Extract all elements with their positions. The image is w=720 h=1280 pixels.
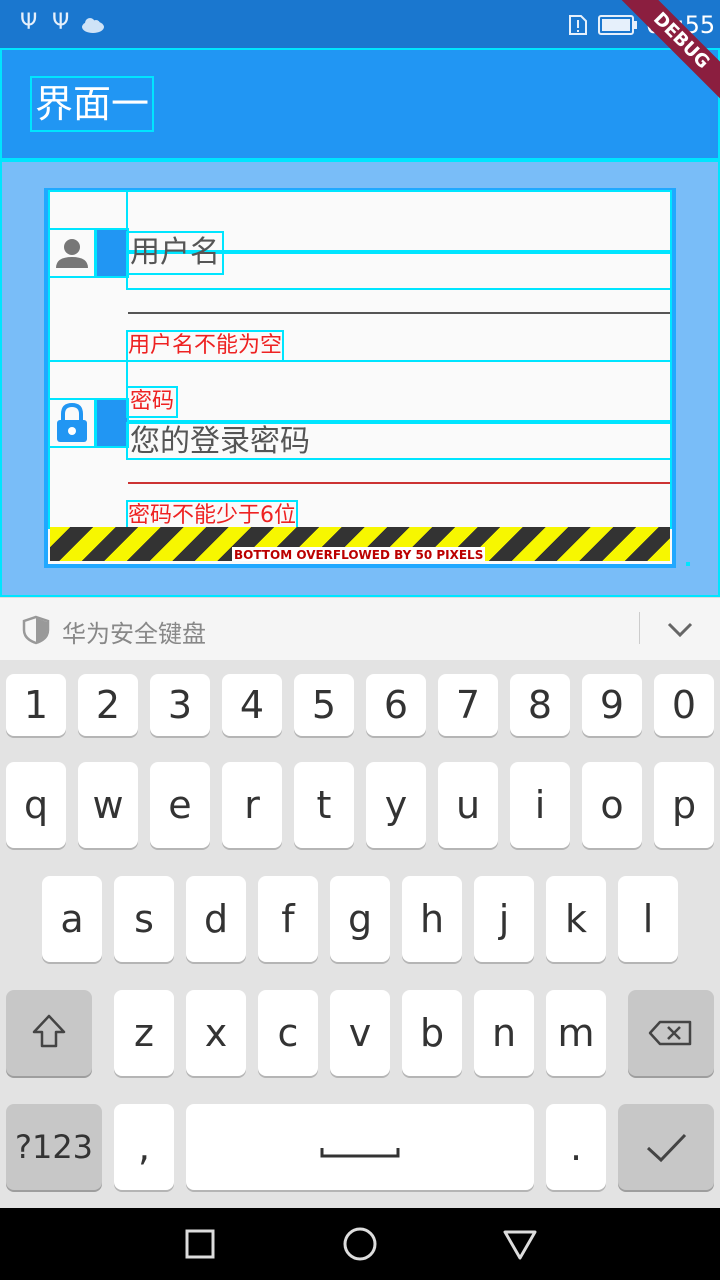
battery-icon: [598, 15, 637, 35]
back-icon[interactable]: [502, 1228, 538, 1262]
keyboard-header: 华为安全键盘: [0, 597, 720, 660]
key-b[interactable]: b: [402, 990, 462, 1076]
key-1[interactable]: 1: [6, 674, 66, 736]
chevron-down-icon[interactable]: [664, 618, 696, 642]
space-icon: [320, 1148, 400, 1158]
shift-key[interactable]: [6, 990, 92, 1076]
username-underline: [128, 312, 670, 314]
person-icon: [48, 228, 96, 278]
enter-key[interactable]: [618, 1104, 714, 1190]
shield-icon: [22, 615, 50, 645]
keyboard: 1 2 3 4 5 6 7 8 9 0 q w e r t y u i o p …: [0, 660, 720, 1208]
key-p[interactable]: p: [654, 762, 714, 848]
key-7[interactable]: 7: [438, 674, 498, 736]
key-k[interactable]: k: [546, 876, 606, 962]
password-input[interactable]: 您的登录密码: [128, 422, 312, 462]
backspace-key[interactable]: [628, 990, 714, 1076]
key-w[interactable]: w: [78, 762, 138, 848]
key-i[interactable]: i: [510, 762, 570, 848]
debug-paint-box: [126, 360, 672, 422]
field-indicator: [95, 228, 129, 278]
overflow-warning-text: BOTTOM OVERFLOWED BY 50 PIXELS: [232, 547, 486, 561]
lock-icon: [48, 398, 96, 448]
key-2[interactable]: 2: [78, 674, 138, 736]
key-h[interactable]: h: [402, 876, 462, 962]
key-u[interactable]: u: [438, 762, 498, 848]
key-r[interactable]: r: [222, 762, 282, 848]
key-f[interactable]: f: [258, 876, 318, 962]
usb-icon: Ψ: [20, 10, 38, 35]
divider: [639, 612, 640, 644]
key-y[interactable]: y: [366, 762, 426, 848]
key-4[interactable]: 4: [222, 674, 282, 736]
debug-paint-dot: [686, 562, 690, 566]
key-6[interactable]: 6: [366, 674, 426, 736]
period-key[interactable]: .: [546, 1104, 606, 1190]
key-d[interactable]: d: [186, 876, 246, 962]
key-e[interactable]: e: [150, 762, 210, 848]
keyboard-name: 华为安全键盘: [62, 620, 206, 648]
key-z[interactable]: z: [114, 990, 174, 1076]
key-c[interactable]: c: [258, 990, 318, 1076]
key-s[interactable]: s: [114, 876, 174, 962]
check-icon: [646, 1133, 687, 1163]
key-8[interactable]: 8: [510, 674, 570, 736]
usb-icon: Ψ: [52, 10, 70, 35]
navigation-bar: [0, 1208, 720, 1280]
field-indicator: [95, 398, 129, 448]
key-0[interactable]: 0: [654, 674, 714, 736]
password-error: 密码不能少于6位: [126, 500, 298, 532]
key-l[interactable]: l: [618, 876, 678, 962]
key-g[interactable]: g: [330, 876, 390, 962]
key-x[interactable]: x: [186, 990, 246, 1076]
key-5[interactable]: 5: [294, 674, 354, 736]
space-key[interactable]: [186, 1104, 534, 1190]
key-j[interactable]: j: [474, 876, 534, 962]
key-t[interactable]: t: [294, 762, 354, 848]
page-title: 界面一: [30, 76, 154, 132]
status-bar: Ψ Ψ 09:55: [0, 0, 720, 50]
key-q[interactable]: q: [6, 762, 66, 848]
symbols-key[interactable]: ?123: [6, 1104, 102, 1190]
shift-icon: [32, 1014, 66, 1048]
sim-alert-icon: [569, 15, 587, 35]
key-m[interactable]: m: [546, 990, 606, 1076]
overflow-warning-stripes: BOTTOM OVERFLOWED BY 50 PIXELS: [50, 527, 670, 561]
key-9[interactable]: 9: [582, 674, 642, 736]
key-a[interactable]: a: [42, 876, 102, 962]
key-o[interactable]: o: [582, 762, 642, 848]
key-v[interactable]: v: [330, 990, 390, 1076]
password-label: 密码: [125, 386, 179, 418]
recent-apps-icon[interactable]: [184, 1228, 216, 1260]
backspace-icon: [648, 1020, 692, 1046]
password-underline: [128, 482, 670, 484]
comma-key[interactable]: ,: [114, 1104, 174, 1190]
key-n[interactable]: n: [474, 990, 534, 1076]
key-3[interactable]: 3: [150, 674, 210, 736]
username-input[interactable]: 用户名: [126, 231, 224, 275]
username-error: 用户名不能为空: [125, 330, 285, 362]
home-icon[interactable]: [342, 1226, 378, 1262]
cloud-icon: [82, 18, 104, 33]
